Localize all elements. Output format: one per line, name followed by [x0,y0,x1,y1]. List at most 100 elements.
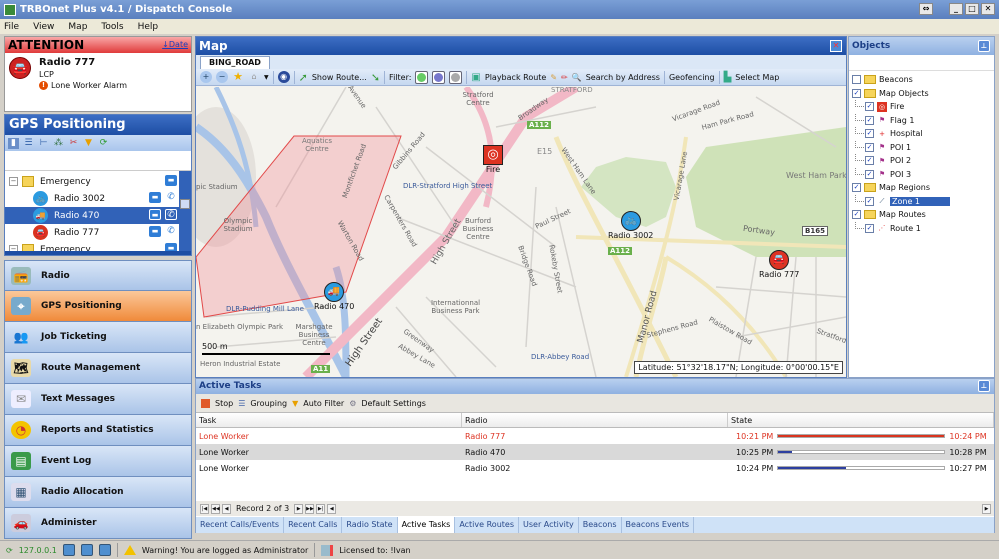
collapse-icon[interactable]: − [9,177,18,186]
attention-item[interactable]: 🚘 Radio 777 LCP ! Lone Worker Alarm [5,53,191,111]
search-by-address-button[interactable]: Search by Address [586,73,660,82]
tab-active-routes[interactable]: Active Routes [455,517,519,533]
nav-administer[interactable]: 🚗 Administer [4,508,192,539]
maximize-button[interactable]: □ [965,3,979,15]
object-tree-item[interactable]: ✓ ⋰ Route 1 [849,221,994,236]
prev-page-button[interactable]: ◀◀ [211,503,220,514]
message-icon[interactable]: ▬ [149,226,161,237]
gps-search-input[interactable] [5,151,191,171]
nav-route-management[interactable]: 🗺 Route Management [4,353,192,384]
nav-event-log[interactable]: ▤ Event Log [4,446,192,477]
close-button[interactable]: ✕ [981,3,995,15]
radio-view-icon[interactable]: ▮ [8,137,19,149]
zoom-in-icon[interactable]: + [200,71,212,83]
menu-help[interactable]: Help [138,22,159,32]
message-icon[interactable]: ▬ [149,209,161,220]
sort-by-date-link[interactable]: ↓Date [162,37,188,53]
tree-icon[interactable]: ⊢ [38,138,49,149]
map-canvas[interactable]: Avenue Stratford Centre STRATFORD Broadw… [196,84,846,377]
object-tree-item[interactable]: ✓ Map Regions [849,181,994,195]
playback-route-button[interactable]: Playback Route [485,73,546,82]
menu-tools[interactable]: Tools [101,22,123,32]
column-state[interactable]: State [728,413,994,427]
splitter-handle[interactable] [5,251,191,255]
next-page-button[interactable]: ▶▶ [305,503,315,514]
tools-icon[interactable]: ✂ [68,138,79,149]
tree-radio[interactable]: 🚲 Radio 3002 ▬ ✆ [5,190,179,207]
object-tree-item[interactable]: ✓ ⚑ POI 3 [849,167,994,182]
geofencing-button[interactable]: Geofencing [669,73,715,82]
last-page-button[interactable]: ▶| [316,503,326,514]
checkbox[interactable]: ✓ [865,156,874,166]
message-icon[interactable]: ▬ [165,175,177,186]
filter-icon[interactable]: ▼ [83,138,94,149]
restore-tile-button[interactable]: ⇔ [919,3,933,15]
radio-470-marker[interactable]: 🚚 Radio 470 [314,282,354,311]
list-icon[interactable]: ☰ [23,138,34,149]
tree-radio-selected[interactable]: 🚚 Radio 470 ▬ ✆ [5,207,179,224]
object-tree-item[interactable]: ✓ Map Routes [849,208,994,222]
next-record-button[interactable]: ▶ [294,503,304,514]
objects-search-input[interactable] [849,55,994,71]
refresh-icon[interactable]: ⟳ [98,138,109,149]
checkbox[interactable]: ✓ [865,129,874,139]
checkbox[interactable]: ✓ [865,142,874,152]
scroll-thumb[interactable] [180,199,190,209]
fire-marker[interactable]: ◎ Fire [483,145,503,174]
prev-record-button[interactable]: ◀ [222,503,231,514]
filter-green-toggle[interactable] [415,70,429,84]
pin-icon[interactable]: ⊥ [978,40,990,52]
minimize-button[interactable]: _ [949,3,963,15]
checkbox[interactable]: ✓ [865,115,874,125]
scroll-right-button[interactable]: ▶ [982,503,991,514]
call-icon[interactable]: ✆ [165,226,177,237]
object-tree-item[interactable]: ✓ ⚑ POI 2 [849,154,994,168]
tab-beacons[interactable]: Beacons [579,517,622,533]
object-tree-item[interactable]: ✓ ⚑ Flag 1 [849,113,994,128]
nav-gps-positioning[interactable]: ⌖ GPS Positioning [4,291,192,322]
pencil-icon[interactable]: ✏ [561,73,568,82]
globe-icon[interactable]: ◉ [277,71,290,83]
first-page-button[interactable]: |◀ [200,503,209,514]
tree-group[interactable]: − Emergency ▬ [5,173,179,190]
scroll-left-button[interactable]: ◀ [327,503,337,514]
tree-scrollbar[interactable] [179,171,191,255]
object-tree-item[interactable]: ✓ ⟋ Zone 1 [849,194,994,209]
tab-user-activity[interactable]: User Activity [519,517,579,533]
object-tree-item[interactable]: ✓ ⚑ POI 1 [849,140,994,155]
table-row[interactable]: Lone Worker Radio 470 10:25 PM 10:28 PM [196,444,994,460]
checkbox[interactable] [852,75,861,85]
show-route-button[interactable]: Show Route... [312,73,367,82]
ruler-icon[interactable]: ✎ [550,73,557,82]
table-row[interactable]: Lone Worker Radio 777 10:21 PM 10:24 PM [196,428,994,444]
checkbox[interactable]: ✓ [852,88,861,98]
pin-icon[interactable]: ⊥ [978,380,990,392]
checkbox[interactable]: ✓ [852,183,861,193]
checkbox[interactable]: ✓ [852,210,861,220]
auto-filter-button[interactable]: Auto Filter [303,399,344,408]
tab-radio-state[interactable]: Radio State [342,517,398,533]
filter-gray-toggle[interactable] [449,70,463,84]
radio-3002-marker[interactable]: 🚲 Radio 3002 [608,211,653,240]
nav-job-ticketing[interactable]: 👥 Job Ticketing [4,322,192,353]
menu-map[interactable]: Map [68,22,87,32]
checkbox[interactable]: ✓ [865,223,874,233]
tab-recent-calls-events[interactable]: Recent Calls/Events [196,517,285,533]
default-settings-button[interactable]: Default Settings [361,399,426,408]
call-icon[interactable]: ✆ [165,192,177,203]
nav-radio[interactable]: 📻 Radio [4,260,192,291]
nav-radio-allocation[interactable]: ▦ Radio Allocation [4,477,192,508]
call-icon[interactable]: ✆ [165,209,177,220]
tab-active-tasks[interactable]: Active Tasks [397,517,456,533]
menu-view[interactable]: View [33,22,54,32]
nav-reports[interactable]: ◔ Reports and Statistics [4,415,192,446]
table-row[interactable]: Lone Worker Radio 3002 10:24 PM 10:27 PM [196,460,994,476]
tree-radio[interactable]: 🚘 Radio 777 ▬ ✆ [5,224,179,241]
tab-beacons-events[interactable]: Beacons Events [622,517,695,533]
close-map-icon[interactable]: ✕ [830,40,842,52]
chevron-down-icon[interactable]: ▼ [264,74,269,81]
nav-text-messages[interactable]: ✉ Text Messages [4,384,192,415]
group-icon[interactable]: ⁂ [53,138,64,149]
checkbox[interactable]: ✓ [865,196,874,206]
clear-route-icon[interactable]: ➘ [371,71,380,84]
